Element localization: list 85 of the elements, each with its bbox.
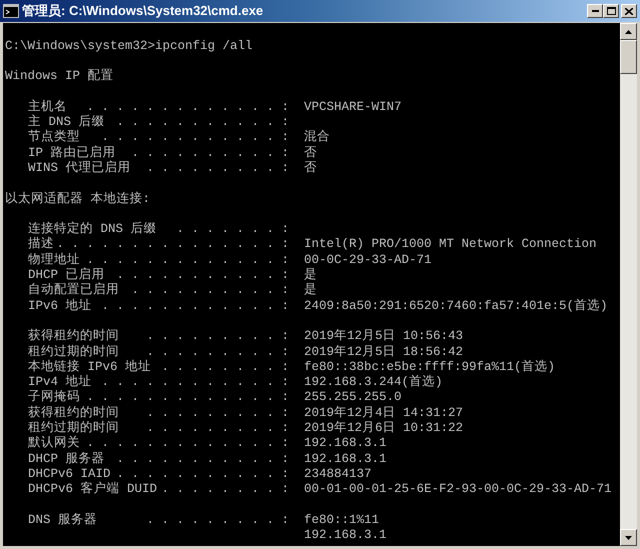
entry-value: 192.168.3.244(首选) xyxy=(304,374,443,392)
entry-label: 描述 xyxy=(28,236,54,253)
entry-label: 租约过期的时间 xyxy=(28,420,119,436)
entry-label: IPv4 地址 xyxy=(28,374,92,390)
entry-value: 192.168.3.1 xyxy=(304,435,387,452)
entry-value: 混合 xyxy=(304,128,330,146)
dot-leader: . . . . . . . . . . . . . : xyxy=(86,252,289,268)
dot-leader: . . . . . . . . . : xyxy=(146,512,289,529)
dot-leader: . . . . . . . . . : xyxy=(146,404,289,422)
entry-label: WINS 代理已启用 xyxy=(28,160,131,177)
entry-value: 2019年12月5日 18:56:42 xyxy=(304,344,464,361)
minimize-button[interactable] xyxy=(587,4,603,18)
entry-value: 否 xyxy=(304,144,317,161)
entry-value: VPCSHARE-WIN7 xyxy=(304,98,402,116)
console-text: 以太网适配器 本地连接: xyxy=(5,190,150,208)
entry-value: Intel(R) PRO/1000 MT Network Connection xyxy=(304,236,597,254)
entry-value: 234884137 xyxy=(304,466,372,483)
entry-label: 租约过期的时间 xyxy=(28,344,119,360)
entry-label: 子网掩码 xyxy=(28,389,80,406)
dot-leader: . . . . . . . . . . . : xyxy=(116,450,289,468)
maximize-icon xyxy=(606,7,616,15)
entry-label: DHCP 已启用 xyxy=(28,266,105,282)
entry-value: 2409:8a50:291:6520:7460:fa57:401e:5(首选) xyxy=(304,298,608,315)
entry-label: 主机名 xyxy=(28,98,67,114)
entry-label: DHCPv6 IAID xyxy=(28,466,111,482)
entry-label: 节点类型 xyxy=(28,128,80,146)
close-icon xyxy=(625,8,633,14)
entry-value: 00-01-00-01-25-6E-F2-93-00-0C-29-33-AD-71 xyxy=(304,481,612,498)
entry-label: DHCP 服务器 xyxy=(28,450,105,468)
console-icon xyxy=(3,4,19,18)
entry-label: 自动配置已启用 xyxy=(28,282,119,298)
console-text: C:\Windows\system32>ipconfig /all xyxy=(5,38,253,55)
console-text: Windows IP 配置 xyxy=(5,68,114,86)
dot-leader: . . . . . . . . . . . : xyxy=(116,466,289,482)
entry-label: IP 路由已启用 xyxy=(28,144,116,160)
entry-label: DHCPv6 客户端 DUID xyxy=(28,480,158,498)
window-title: 管理员: C:\Windows\System32\cmd.exe xyxy=(22,2,264,20)
entry-value: 2019年12月6日 10:31:22 xyxy=(304,420,464,437)
dot-leader: . . . . . . . . . . . . . : xyxy=(86,389,289,406)
entry-value: 192.168.3.1 xyxy=(304,527,387,544)
entry-value: 255.255.255.0 xyxy=(304,389,402,406)
dot-leader: . . . . . . . . . : xyxy=(146,328,289,346)
entry-label: IPv6 地址 xyxy=(28,298,92,315)
dot-leader: . . . . . . . . . . . . : xyxy=(101,374,289,392)
entry-value: fe80::1%11 xyxy=(304,512,380,529)
scroll-thumb[interactable] xyxy=(620,40,637,74)
dot-leader: . . . . . . . . . . . . : xyxy=(101,129,289,146)
entry-value: 是 xyxy=(304,267,317,283)
dot-leader: . . . . . . . . . . . . . . . : xyxy=(56,236,289,252)
entry-value: fe80::38bc:e5be:ffff:99fa%11(首选) xyxy=(304,358,556,374)
dot-leader: . . . . . . . . : xyxy=(161,481,289,498)
dot-leader: . . . . . . . . . . : xyxy=(131,144,289,162)
entry-value: 是 xyxy=(304,282,317,300)
scroll-up-button[interactable] xyxy=(620,23,637,40)
dot-leader: . . . . . . . . . : xyxy=(146,344,289,360)
entry-label: 获得租约的时间 xyxy=(28,328,119,344)
dot-leader: . . . . . . . . . . . : xyxy=(116,114,289,132)
close-button[interactable] xyxy=(621,4,637,18)
entry-label: 连接特定的 DNS 后缀 xyxy=(28,220,157,236)
dot-leader: . . . . . . . . . . . . : xyxy=(101,298,289,315)
entry-value: 00-0C-29-33-AD-71 xyxy=(304,252,432,268)
entry-value: 192.168.3.1 xyxy=(304,450,387,468)
dot-leader: . . . . . . . . . . . : xyxy=(116,267,289,283)
entry-label: 默认网关 xyxy=(28,434,80,452)
entry-value: 2019年12月5日 10:56:43 xyxy=(304,328,464,345)
maximize-button[interactable] xyxy=(603,4,619,18)
dot-leader: . . . . . . . . . . : xyxy=(131,282,289,300)
dot-leader: . . . . . . . . : xyxy=(161,358,289,376)
down-arrow-icon xyxy=(625,536,632,540)
entry-label: 主 DNS 后缀 xyxy=(28,114,105,130)
minimize-icon xyxy=(592,10,598,12)
entry-label: DNS 服务器 xyxy=(28,512,98,529)
up-arrow-icon xyxy=(625,30,632,34)
entry-label: 物理地址 xyxy=(28,252,80,268)
scrollbar[interactable] xyxy=(620,23,637,546)
dot-leader: . . . . . . . . . . . . . : xyxy=(86,98,289,114)
dot-leader: . . . . . . . . . : xyxy=(146,160,289,177)
entry-value: 2019年12月4日 14:31:27 xyxy=(304,404,464,421)
dot-leader: . . . . . . . : xyxy=(176,221,289,238)
entry-label: 本地链接 IPv6 地址 xyxy=(28,358,152,374)
dot-leader: . . . . . . . . . . . . . : xyxy=(86,435,289,452)
scroll-down-button[interactable] xyxy=(620,529,637,546)
dot-leader: . . . . . . . . . : xyxy=(146,420,289,437)
entry-value: 否 xyxy=(304,160,317,177)
entry-label: 获得租约的时间 xyxy=(28,404,119,420)
